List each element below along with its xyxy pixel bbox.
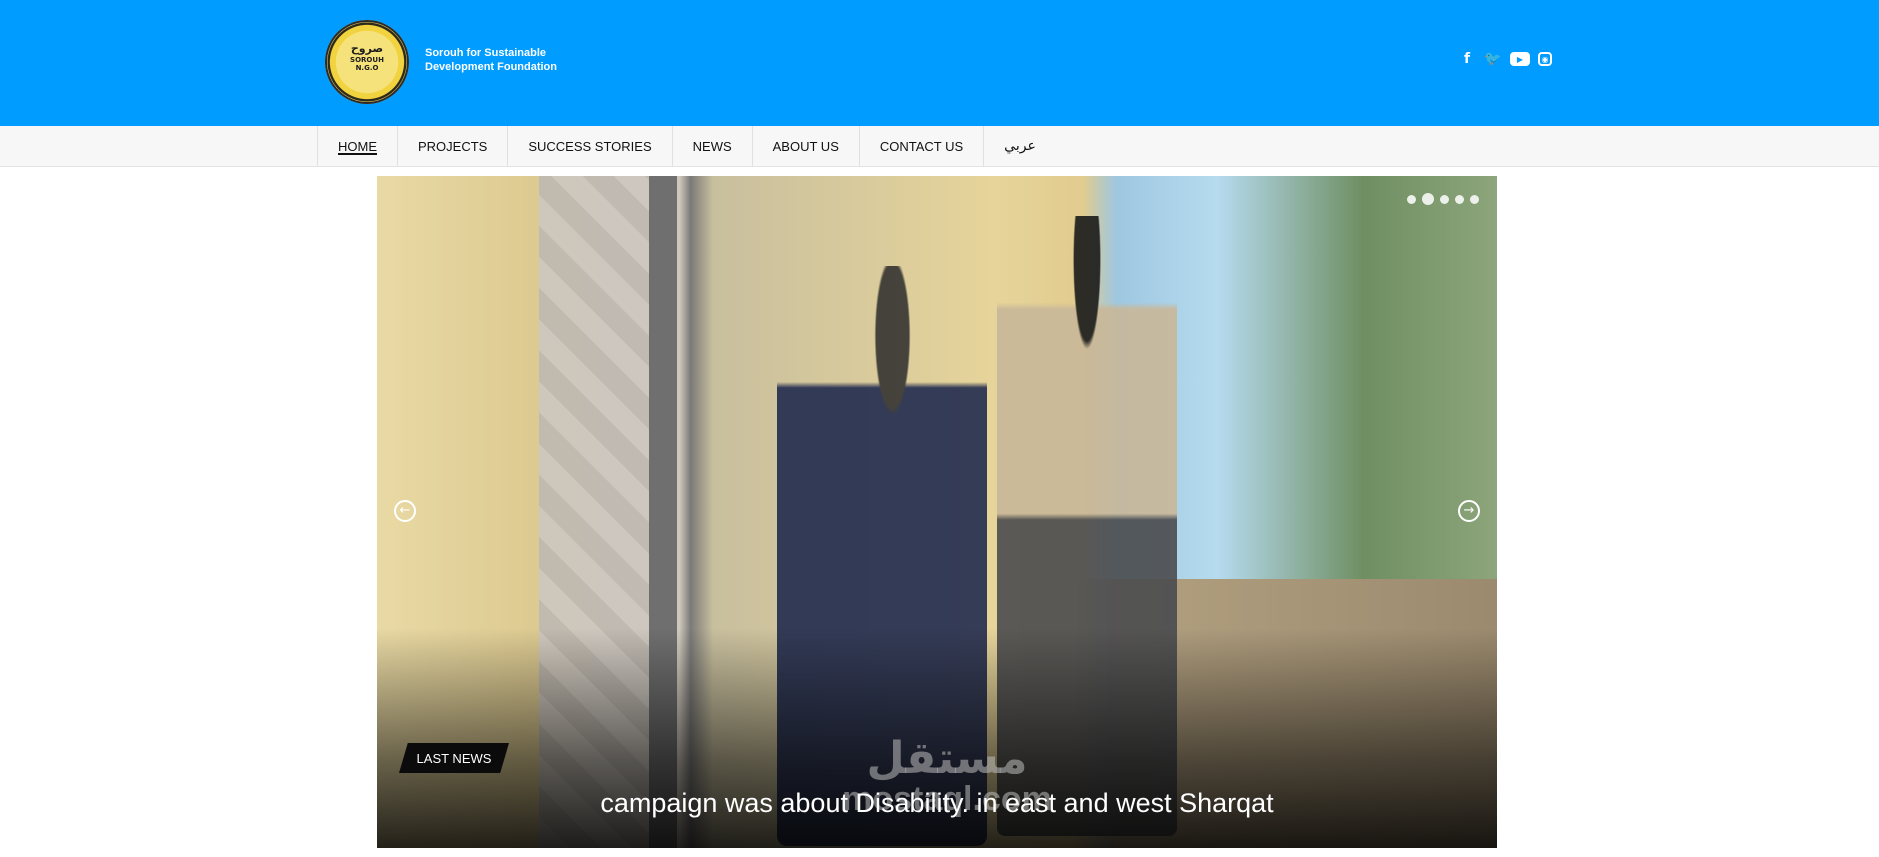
- nav-success-stories[interactable]: SUCCESS STORIES: [508, 126, 673, 166]
- main-navigation: HOME PROJECTS SUCCESS STORIES NEWS ABOUT…: [0, 126, 1879, 167]
- org-name: Sorouh for Sustainable Development Found…: [425, 47, 557, 73]
- slider-dot[interactable]: [1470, 194, 1479, 204]
- site-header: صروح SOROUH N.G.O Sorouh for Sustainable…: [0, 0, 1879, 126]
- logo-latin-word: SOROUH: [350, 56, 384, 64]
- nav-news[interactable]: NEWS: [673, 126, 753, 166]
- slider-dot[interactable]: [1407, 194, 1416, 204]
- last-news-badge: LAST NEWS: [399, 743, 509, 773]
- nav-about-us[interactable]: ABOUT US: [753, 126, 860, 166]
- facebook-icon[interactable]: f: [1458, 50, 1476, 68]
- logo-arabic-word: صروح: [350, 42, 384, 55]
- logo[interactable]: صروح SOROUH N.G.O: [325, 20, 409, 104]
- nav-list: HOME PROJECTS SUCCESS STORIES NEWS ABOUT…: [317, 126, 1056, 166]
- social-links: f 🐦 ▶ ◉: [1458, 50, 1552, 68]
- twitter-icon[interactable]: 🐦: [1484, 50, 1502, 68]
- nav-projects[interactable]: PROJECTS: [398, 126, 509, 166]
- nav-contact-us[interactable]: CONTACT US: [860, 126, 985, 166]
- youtube-icon[interactable]: ▶: [1510, 52, 1530, 66]
- logo-mark: صروح SOROUH N.G.O: [343, 42, 391, 82]
- slider-pagination: [1407, 193, 1479, 205]
- slider-dot[interactable]: [1455, 194, 1464, 204]
- next-arrow-icon[interactable]: →: [1458, 500, 1480, 522]
- nav-home[interactable]: HOME: [318, 126, 398, 166]
- hero-slider[interactable]: ← → LAST NEWS مستقل mostaql.com campaign…: [377, 176, 1497, 848]
- nav-arabic[interactable]: عربي: [984, 126, 1056, 166]
- slider-dot-active[interactable]: [1422, 193, 1434, 205]
- slider-dot[interactable]: [1440, 194, 1449, 204]
- logo-sub: N.G.O: [355, 64, 379, 72]
- instagram-icon[interactable]: ◉: [1538, 52, 1552, 66]
- slide-headline[interactable]: campaign was about Disability. in east a…: [377, 788, 1497, 819]
- prev-arrow-icon[interactable]: ←: [394, 500, 416, 522]
